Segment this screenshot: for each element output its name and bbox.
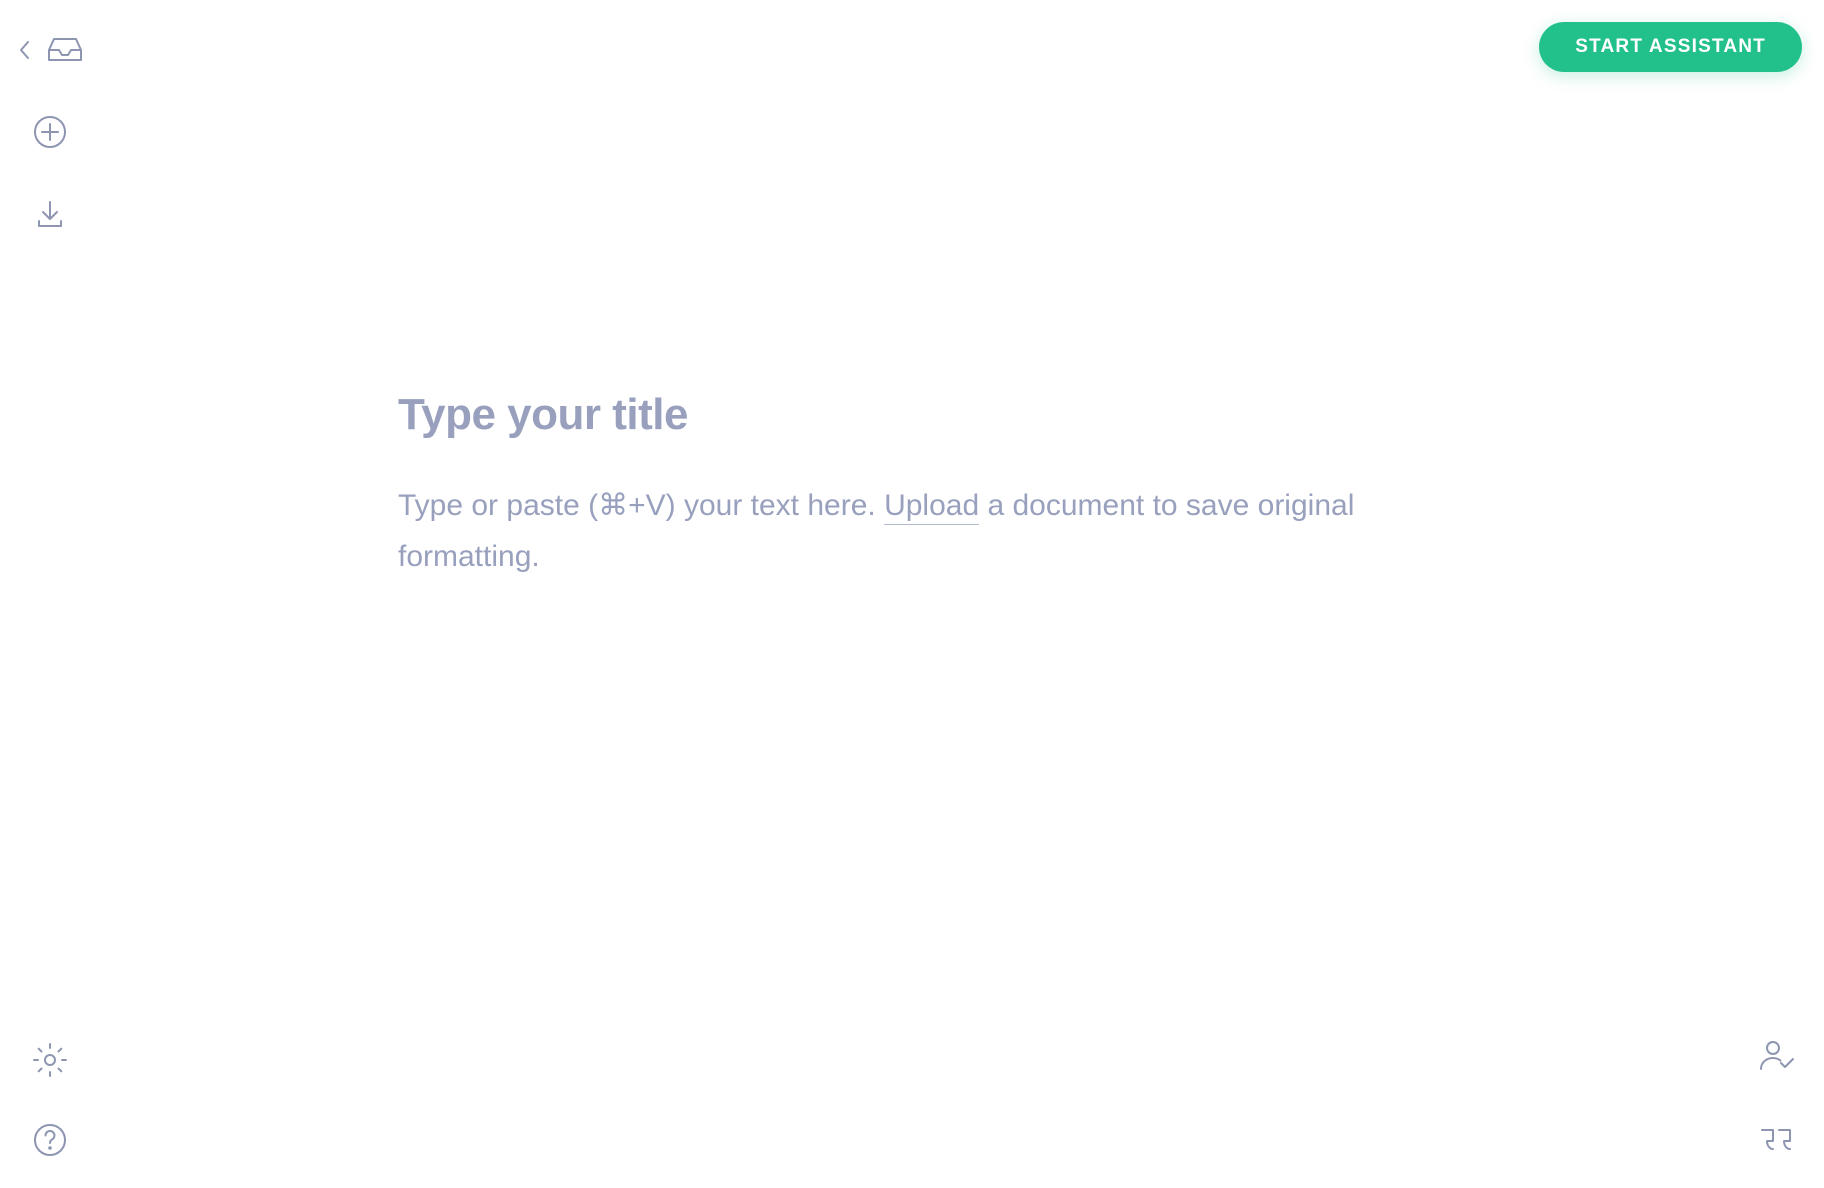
settings-button[interactable] bbox=[30, 1040, 70, 1080]
user-check-button[interactable] bbox=[1756, 1036, 1796, 1076]
quote-button[interactable] bbox=[1756, 1120, 1796, 1160]
body-input[interactable]: Type or paste (⌘+V) your text here. Uplo… bbox=[398, 480, 1428, 582]
quote-icon bbox=[1759, 1127, 1793, 1153]
inbox-icon bbox=[46, 36, 84, 64]
editor-area: Type your title Type or paste (⌘+V) your… bbox=[398, 390, 1428, 582]
inbox-button[interactable] bbox=[45, 30, 85, 70]
download-button[interactable] bbox=[30, 194, 70, 234]
left-toolbar-bottom bbox=[0, 1040, 100, 1160]
body-prefix-text: Type or paste (⌘+V) your text here. bbox=[398, 489, 884, 522]
gear-icon bbox=[32, 1042, 68, 1078]
add-button[interactable] bbox=[30, 112, 70, 152]
help-button[interactable] bbox=[30, 1120, 70, 1160]
left-toolbar bbox=[0, 0, 100, 1188]
start-assistant-button[interactable]: START ASSISTANT bbox=[1539, 22, 1802, 72]
start-assistant-label: START ASSISTANT bbox=[1575, 36, 1766, 57]
toolbar-stack bbox=[30, 112, 70, 234]
right-toolbar-bottom bbox=[1756, 1036, 1796, 1160]
title-input[interactable]: Type your title bbox=[398, 390, 1428, 440]
back-button[interactable] bbox=[15, 30, 35, 70]
user-check-icon bbox=[1757, 1039, 1795, 1073]
download-icon bbox=[35, 199, 65, 229]
upload-link[interactable]: Upload bbox=[884, 489, 979, 525]
chevron-left-icon bbox=[19, 40, 31, 60]
help-circle-icon bbox=[33, 1123, 67, 1157]
plus-circle-icon bbox=[33, 115, 67, 149]
toolbar-top-row bbox=[15, 30, 85, 70]
